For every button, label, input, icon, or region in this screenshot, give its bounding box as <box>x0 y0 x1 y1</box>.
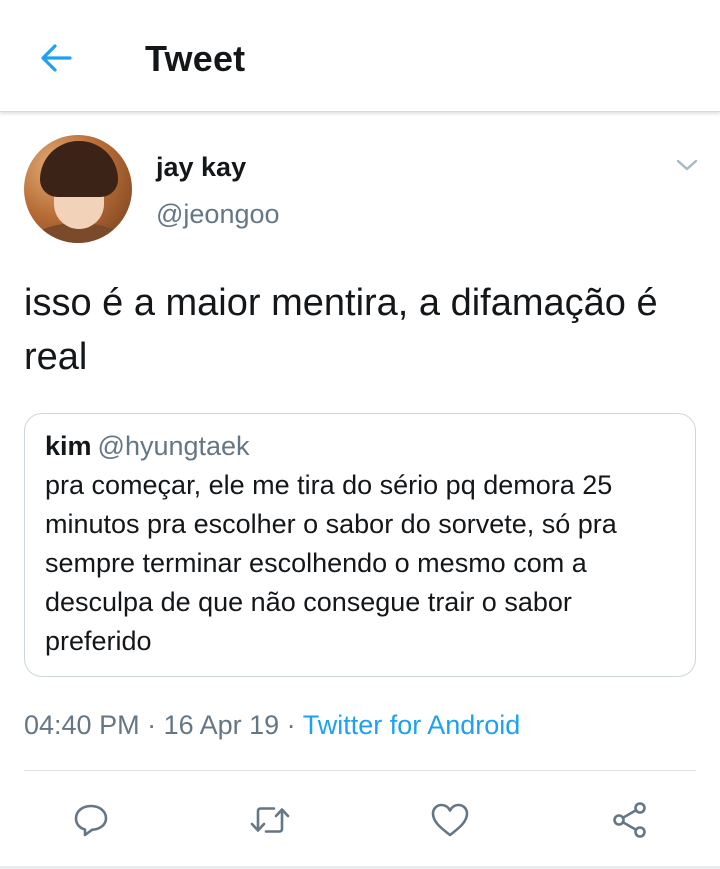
chevron-down-icon <box>676 159 698 171</box>
back-arrow-icon <box>41 44 72 72</box>
quoted-author-name: kim <box>45 431 92 461</box>
tweet-options-button[interactable] <box>672 150 702 180</box>
tweet-metadata: 04:40 PM · 16 Apr 19 · Twitter for Andro… <box>24 710 520 741</box>
tweet-time: 04:40 PM <box>24 710 140 740</box>
tweet-date: 16 Apr 19 <box>163 710 280 740</box>
page-title: Tweet <box>145 38 246 79</box>
avatar[interactable] <box>24 135 132 243</box>
top-app-bar: Tweet <box>0 0 720 112</box>
meta-separator: · <box>139 710 164 740</box>
tweet-actions-bar <box>0 790 720 850</box>
reply-button[interactable] <box>67 796 115 844</box>
retweet-icon <box>250 807 290 833</box>
author-handle[interactable]: @jeongoo <box>156 199 280 230</box>
retweet-button[interactable] <box>246 796 294 844</box>
tweet-text: isso é a maior mentira, a difamação é re… <box>24 282 658 378</box>
back-button[interactable] <box>34 36 78 80</box>
divider <box>24 770 696 771</box>
heart-icon <box>431 803 469 837</box>
author-display-name[interactable]: jay kay <box>156 152 246 183</box>
like-button[interactable] <box>426 796 474 844</box>
reply-icon <box>74 804 108 837</box>
quoted-author-handle: @hyungtaek <box>97 431 250 461</box>
quoted-tweet-text: pra começar, ele me tira do sério pq dem… <box>45 470 617 656</box>
tweet-source-link[interactable]: Twitter for Android <box>303 710 521 740</box>
share-button[interactable] <box>606 796 654 844</box>
share-icon <box>613 802 646 838</box>
quoted-tweet-card[interactable]: kim @hyungtaek pra começar, ele me tira d… <box>24 413 696 677</box>
quoted-tweet-header: kim @hyungtaek <box>45 428 675 464</box>
meta-separator: · <box>279 710 303 740</box>
